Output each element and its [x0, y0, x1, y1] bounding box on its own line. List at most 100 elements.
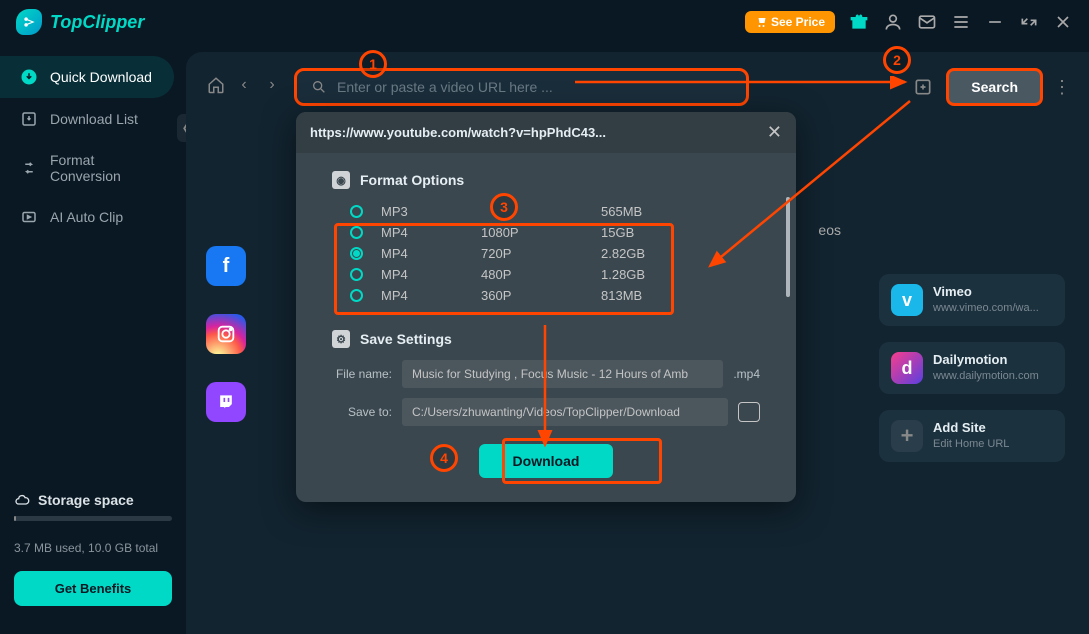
callout-4: 4: [430, 444, 458, 472]
format-radio[interactable]: [350, 205, 363, 218]
format-resolution: 480P: [481, 267, 601, 282]
browse-folder-button[interactable]: [738, 402, 760, 422]
modal-close-button[interactable]: ✕: [767, 122, 782, 143]
instagram-tile[interactable]: [206, 314, 246, 354]
format-radio[interactable]: [350, 289, 363, 302]
card-dailymotion[interactable]: d Dailymotion www.dailymotion.com: [879, 342, 1065, 394]
file-ext-label: .mp4: [733, 367, 760, 381]
card-title: Dailymotion: [933, 352, 1039, 369]
videos-heading-fragment: eos: [818, 222, 841, 238]
sidebar-item-label: Format Conversion: [50, 152, 166, 184]
format-resolution: 1080P: [481, 225, 601, 240]
file-name-input[interactable]: [402, 360, 723, 388]
browser-nav: ‹ ›: [206, 76, 282, 99]
gift-icon[interactable]: [849, 12, 869, 32]
format-size: 15GB: [601, 225, 634, 240]
save-settings-title: ⚙ Save Settings: [332, 330, 760, 348]
menu-icon[interactable]: [951, 12, 971, 32]
format-size: 565MB: [601, 204, 642, 219]
save-to-input[interactable]: [402, 398, 728, 426]
cloud-icon: [14, 492, 30, 508]
download-icon: [20, 68, 38, 86]
format-list: MP3 565MB MP4 1080P 15GB MP4 720P 2.82GB…: [332, 201, 760, 306]
format-radio[interactable]: [350, 268, 363, 281]
sidebar-item-label: Download List: [50, 111, 138, 127]
format-row[interactable]: MP4 720P 2.82GB: [350, 243, 760, 264]
sidebar-item-quick-download[interactable]: Quick Download: [0, 56, 174, 98]
search-icon: [311, 79, 327, 95]
add-tab-button[interactable]: [910, 74, 936, 100]
forward-button[interactable]: ›: [262, 76, 282, 99]
maximize-icon[interactable]: [1019, 12, 1039, 32]
site-cards: v Vimeo www.vimeo.com/wa... d Dailymotio…: [879, 274, 1065, 462]
card-sub: Edit Home URL: [933, 437, 1009, 451]
see-price-button[interactable]: See Price: [745, 11, 835, 33]
storage-progress: [14, 516, 172, 521]
format-options-title: ◉ Format Options: [332, 171, 760, 189]
storage-panel: Storage space 3.7 MB used, 10.0 GB total…: [0, 492, 186, 622]
format-size: 1.28GB: [601, 267, 645, 282]
sidebar-item-format-conversion[interactable]: Format Conversion: [0, 140, 186, 196]
url-input[interactable]: [337, 79, 732, 95]
download-modal: https://www.youtube.com/watch?v=hpPhdC43…: [296, 112, 796, 502]
format-row[interactable]: MP4 480P 1.28GB: [350, 264, 760, 285]
card-add-site[interactable]: + Add Site Edit Home URL: [879, 410, 1065, 462]
format-size: 813MB: [601, 288, 642, 303]
callout-2: 2: [883, 46, 911, 74]
dailymotion-icon: d: [891, 352, 923, 384]
format-type: MP4: [381, 246, 481, 261]
card-title: Vimeo: [933, 284, 1039, 301]
format-resolution: 360P: [481, 288, 601, 303]
card-sub: www.dailymotion.com: [933, 369, 1039, 383]
mail-icon[interactable]: [917, 12, 937, 32]
gear-icon: ⚙: [332, 330, 350, 348]
format-row[interactable]: MP4 360P 813MB: [350, 285, 760, 306]
format-type: MP3: [381, 204, 481, 219]
sidebar-item-label: Quick Download: [50, 69, 152, 85]
sidebar: Quick Download Download List Format Conv…: [0, 44, 186, 634]
minimize-icon[interactable]: [985, 12, 1005, 32]
more-menu-button[interactable]: ⋮: [1053, 77, 1069, 98]
close-icon[interactable]: [1053, 12, 1073, 32]
app-name: TopClipper: [50, 12, 144, 33]
format-resolution: 720P: [481, 246, 601, 261]
facebook-tile[interactable]: f: [206, 246, 246, 286]
vimeo-icon: v: [891, 284, 923, 316]
format-type: MP4: [381, 225, 481, 240]
twitch-tile[interactable]: [206, 382, 246, 422]
format-radio[interactable]: [350, 226, 363, 239]
modal-header: https://www.youtube.com/watch?v=hpPhdC43…: [296, 112, 796, 153]
list-icon: [20, 110, 38, 128]
get-benefits-button[interactable]: Get Benefits: [14, 571, 172, 606]
card-vimeo[interactable]: v Vimeo www.vimeo.com/wa...: [879, 274, 1065, 326]
sidebar-item-label: AI Auto Clip: [50, 209, 123, 225]
storage-usage-text: 3.7 MB used, 10.0 GB total: [14, 541, 172, 555]
callout-1: 1: [359, 50, 387, 78]
convert-icon: [20, 159, 38, 177]
download-button[interactable]: Download: [479, 444, 614, 478]
plus-icon: +: [891, 420, 923, 452]
sidebar-item-ai-auto-clip[interactable]: AI Auto Clip: [0, 196, 186, 238]
file-name-label: File name:: [332, 367, 392, 381]
format-radio[interactable]: [350, 247, 363, 260]
titlebar: TopClipper See Price: [0, 0, 1089, 44]
home-button[interactable]: [206, 76, 226, 99]
format-row[interactable]: MP3 565MB: [350, 201, 760, 222]
format-type: MP4: [381, 288, 481, 303]
callout-3: 3: [490, 193, 518, 221]
storage-title: Storage space: [14, 492, 172, 508]
app-logo: TopClipper: [16, 9, 144, 35]
back-button[interactable]: ‹: [234, 76, 254, 99]
modal-url-text: https://www.youtube.com/watch?v=hpPhdC43…: [310, 125, 606, 140]
save-to-label: Save to:: [332, 405, 392, 419]
format-row[interactable]: MP4 1080P 15GB: [350, 222, 760, 243]
user-icon[interactable]: [883, 12, 903, 32]
disc-icon: ◉: [332, 171, 350, 189]
sidebar-item-download-list[interactable]: Download List: [0, 98, 186, 140]
card-title: Add Site: [933, 420, 1009, 437]
search-button[interactable]: Search: [946, 68, 1043, 106]
format-type: MP4: [381, 267, 481, 282]
logo-icon: [16, 9, 42, 35]
card-sub: www.vimeo.com/wa...: [933, 301, 1039, 315]
format-scrollbar[interactable]: [786, 197, 790, 297]
